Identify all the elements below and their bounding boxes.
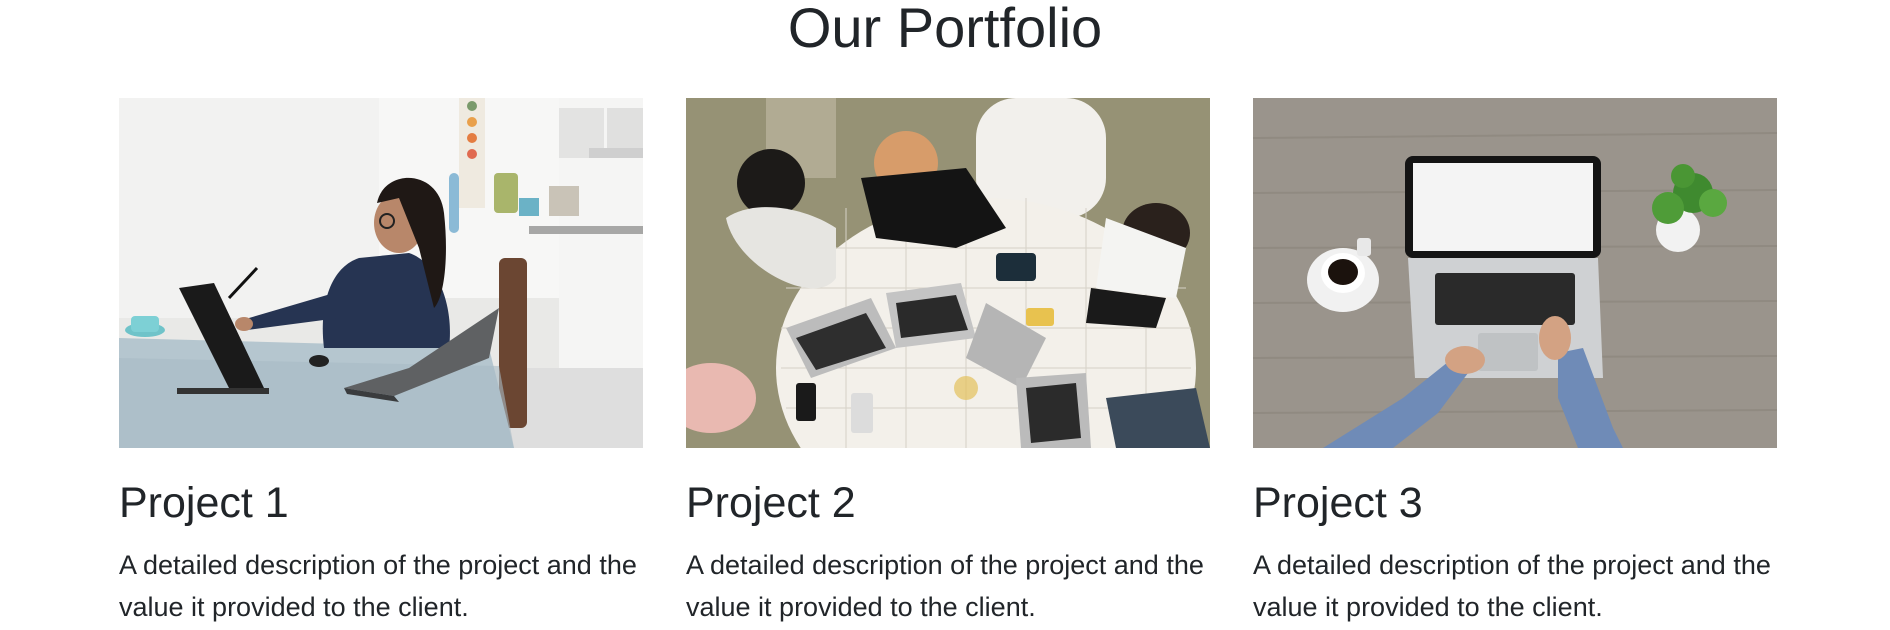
project-card-2[interactable]: Project 2 A detailed description of the … — [686, 98, 1210, 622]
section-title: Our Portfolio — [787, 0, 1103, 59]
project-image-3[interactable] — [1253, 98, 1777, 448]
laptop-coffee-desk-photo — [1253, 98, 1777, 448]
team-meeting-laptops-photo — [686, 98, 1210, 448]
project-card-1[interactable]: Project 1 A detailed description of the … — [119, 98, 643, 622]
project-card-3[interactable]: Project 3 A detailed description of the … — [1253, 98, 1777, 622]
woman-with-tablet-photo — [119, 98, 643, 448]
portfolio-section: Our Portfolio Project 1 A detailed descr… — [0, 0, 1890, 630]
project-title-3[interactable]: Project 3 — [1253, 478, 1423, 528]
project-description-3: A detailed description of the project an… — [1253, 550, 1771, 622]
project-description-1: A detailed description of the project an… — [119, 550, 637, 622]
project-description-2: A detailed description of the project an… — [686, 550, 1204, 622]
project-image-1[interactable] — [119, 98, 643, 448]
project-title-1[interactable]: Project 1 — [119, 478, 289, 528]
project-image-2[interactable] — [686, 98, 1210, 448]
project-title-2[interactable]: Project 2 — [686, 478, 856, 528]
